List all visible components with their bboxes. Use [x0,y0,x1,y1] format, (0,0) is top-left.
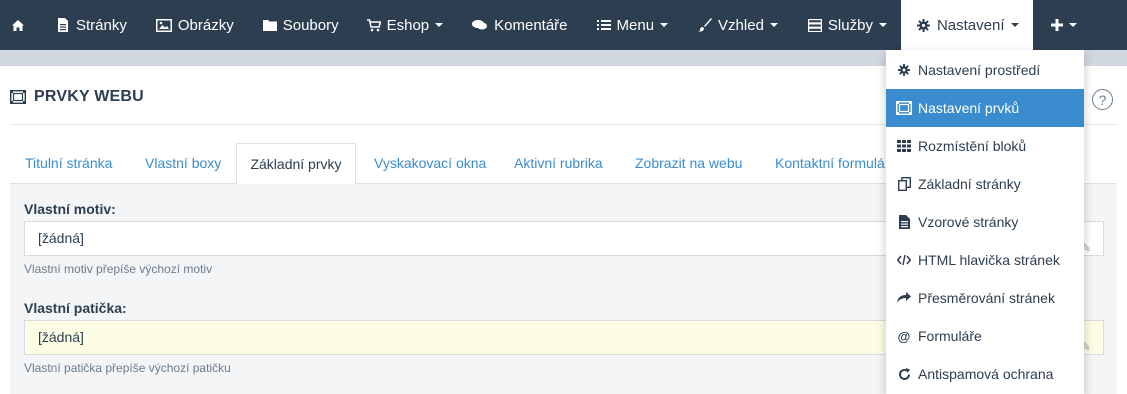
page-title: PRVKY WEBU [34,88,144,105]
grid-icon [896,138,912,154]
document-icon [896,214,912,230]
nav-soubory[interactable]: Soubory [262,0,339,50]
menu-item-nastaveni-prvku[interactable]: Nastavení prvků [886,89,1084,127]
refresh-icon [896,366,912,382]
chevron-down-icon [1068,23,1077,27]
nav-obrazky-label: Obrázky [177,16,234,34]
menu-item-label: Přesměrování stránek [918,290,1055,306]
nav-nastaveni-label: Nastavení [936,16,1005,34]
home-button[interactable] [0,0,36,50]
chevron-down-icon [660,23,669,27]
nav-sluzby[interactable]: Služby [807,0,887,50]
comments-icon [472,18,488,32]
plus-icon [1050,19,1063,31]
tab-titulni-stranka[interactable]: Titulní stránka [25,143,112,184]
menu-item-rozmisteni-bloku[interactable]: Rozmístění bloků [886,127,1084,165]
nav-obrazky[interactable]: Obrázky [155,0,234,50]
nav-stranky[interactable]: Stránky [56,0,127,50]
menu-item-zakladni-stranky[interactable]: Základní stránky [886,165,1084,203]
at-icon: @ [897,328,911,344]
nav-eshop[interactable]: Eshop [366,0,444,50]
nav-eshop-label: Eshop [386,16,430,34]
nav-soubory-label: Soubory [282,16,339,34]
footer-help: Vlastní patička přepíše výchozí patičku [24,361,231,375]
menu-item-vzorove-stranky[interactable]: Vzorové stránky [886,203,1084,241]
settings-dropdown-menu: Nastavení prostředí Nastavení prvků Rozm… [886,50,1084,394]
menu-item-antispam[interactable]: Antispamová ochrana [886,355,1084,393]
nav-vzhled[interactable]: Vzhled [698,0,778,50]
tab-vyskakovaci-okna[interactable]: Vyskakovací okna [374,143,486,184]
menu-item-label: Rozmístění bloků [918,138,1027,154]
elements-icon [10,90,26,104]
nav-menu-label: Menu [616,16,655,34]
cart-icon [366,18,381,32]
chevron-down-icon [769,23,778,27]
server-icon [807,18,822,32]
tab-zakladni-prvky[interactable]: Základní prvky [236,143,356,185]
nav-vzhled-label: Vzhled [718,16,764,34]
menu-item-html-hlavicka[interactable]: HTML hlavička stránek [886,241,1084,279]
theme-value: [žádná] [38,230,84,246]
chevron-down-icon [435,23,444,27]
chevron-down-icon [878,23,887,27]
menu-item-label: HTML hlavička stránek [918,252,1060,268]
nav-komentare[interactable]: Komentáře [472,0,568,50]
menu-item-label: Antispamová ochrana [918,366,1054,382]
folder-icon [262,18,277,32]
image-icon [155,18,172,32]
code-icon [896,252,912,268]
menu-item-formulare[interactable]: @ Formuláře [886,317,1084,355]
panel-header: PRVKY WEBU [10,88,144,106]
help-icon[interactable]: ? [1092,89,1113,110]
nav-sluzby-label: Služby [827,16,873,34]
share-icon [896,290,912,306]
nav-stranky-label: Stránky [76,16,127,34]
list-icon [596,18,611,32]
copy-icon [896,176,912,192]
add-button[interactable] [1050,0,1077,50]
nav-komentare-label: Komentáře [494,16,568,34]
menu-item-presmerovani[interactable]: Přesměrování stránek [886,279,1084,317]
gear-icon [896,62,912,78]
footer-value: [žádná] [38,329,84,345]
tab-kontaktni-formular[interactable]: Kontaktní formulá [775,143,885,184]
menu-item-nastaveni-prostredi[interactable]: Nastavení prostředí [886,51,1084,89]
footer-label: Vlastní patička: [24,300,127,316]
menu-item-label: Nastavení prostředí [918,62,1041,78]
tab-vlastni-boxy[interactable]: Vlastní boxy [145,143,221,184]
gear-icon [917,18,931,32]
nav-nastaveni[interactable]: Nastavení [900,0,1033,50]
file-icon [56,18,70,32]
top-navbar: Stránky Obrázky Soubory Eshop Komentáře … [0,0,1127,50]
tab-zobrazit-na-webu[interactable]: Zobrazit na webu [635,143,742,184]
menu-item-label: Formuláře [918,328,982,344]
theme-help: Vlastní motiv přepíše výchozí motiv [24,262,213,276]
menu-item-label: Vzorové stránky [918,214,1019,230]
brush-icon [698,18,713,32]
nav-menu[interactable]: Menu [596,0,669,50]
theme-label: Vlastní motiv: [24,201,116,217]
chevron-down-icon [1010,23,1019,27]
menu-item-label: Nastavení prvků [918,100,1020,116]
elements-icon [896,100,912,116]
menu-item-label: Základní stránky [918,176,1021,192]
home-icon [11,19,25,32]
tab-aktivni-rubrika[interactable]: Aktivní rubrika [514,143,603,184]
